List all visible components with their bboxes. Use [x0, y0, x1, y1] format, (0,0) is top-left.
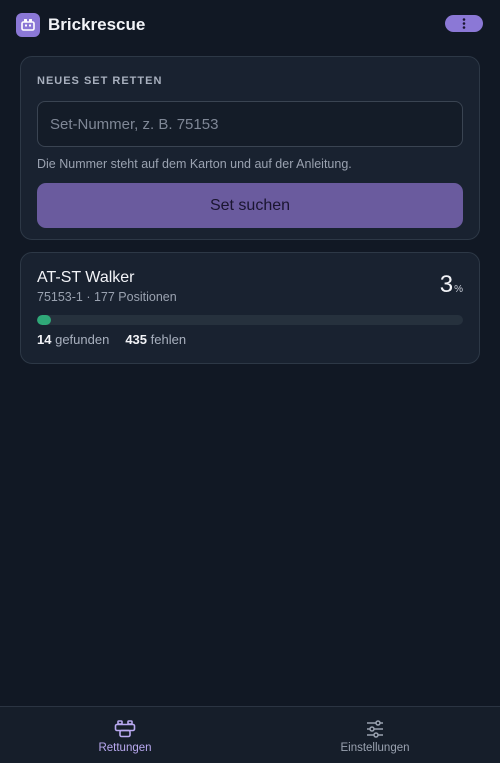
app: Brickrescue NEUES SET RETTEN Die Nummer …: [0, 0, 500, 763]
found-count: 14 gefunden: [37, 332, 109, 347]
set-card[interactable]: AT-ST Walker 75153-1 · 177 Positionen 3 …: [20, 252, 480, 364]
nav-label-rettungen: Rettungen: [98, 742, 152, 754]
progress-bar: [37, 315, 463, 325]
search-set-button[interactable]: Set suchen: [37, 183, 463, 228]
new-set-card: NEUES SET RETTEN Die Nummer steht auf de…: [20, 56, 480, 240]
brick-icon: [16, 13, 40, 37]
percent-value: 3: [439, 271, 454, 298]
set-counts: 14 gefunden 435 fehlen: [37, 332, 186, 347]
missing-count-label: fehlen: [150, 332, 187, 347]
section-label: NEUES SET RETTEN: [37, 75, 163, 87]
set-number-input[interactable]: [38, 102, 462, 146]
found-count-label: gefunden: [55, 332, 110, 347]
progress-fill: [37, 315, 51, 325]
bottom-nav: Rettungen Einstellungen: [0, 706, 500, 763]
set-number-field[interactable]: [37, 101, 463, 147]
sliders-icon: [367, 720, 383, 738]
nav-item-rettungen[interactable]: Rettungen: [0, 707, 250, 763]
set-percent: 3 %: [440, 271, 463, 299]
found-count-value: 14: [37, 332, 52, 347]
missing-count: 435 fehlen: [125, 332, 186, 347]
input-hint: Die Nummer steht auf dem Karton und auf …: [37, 157, 352, 171]
nav-label-einstellungen: Einstellungen: [340, 742, 410, 754]
app-header: Brickrescue: [0, 0, 500, 50]
menu-button[interactable]: [445, 15, 483, 32]
missing-count-value: 435: [125, 332, 148, 347]
percent-sign: %: [454, 284, 463, 295]
set-name: AT-ST Walker: [37, 269, 135, 286]
kebab-menu-icon: [462, 18, 466, 29]
app-title: Brickrescue: [48, 15, 146, 34]
brick-icon: [114, 720, 136, 738]
nav-item-einstellungen[interactable]: Einstellungen: [250, 707, 500, 763]
set-meta: 75153-1 · 177 Positionen: [37, 290, 177, 304]
